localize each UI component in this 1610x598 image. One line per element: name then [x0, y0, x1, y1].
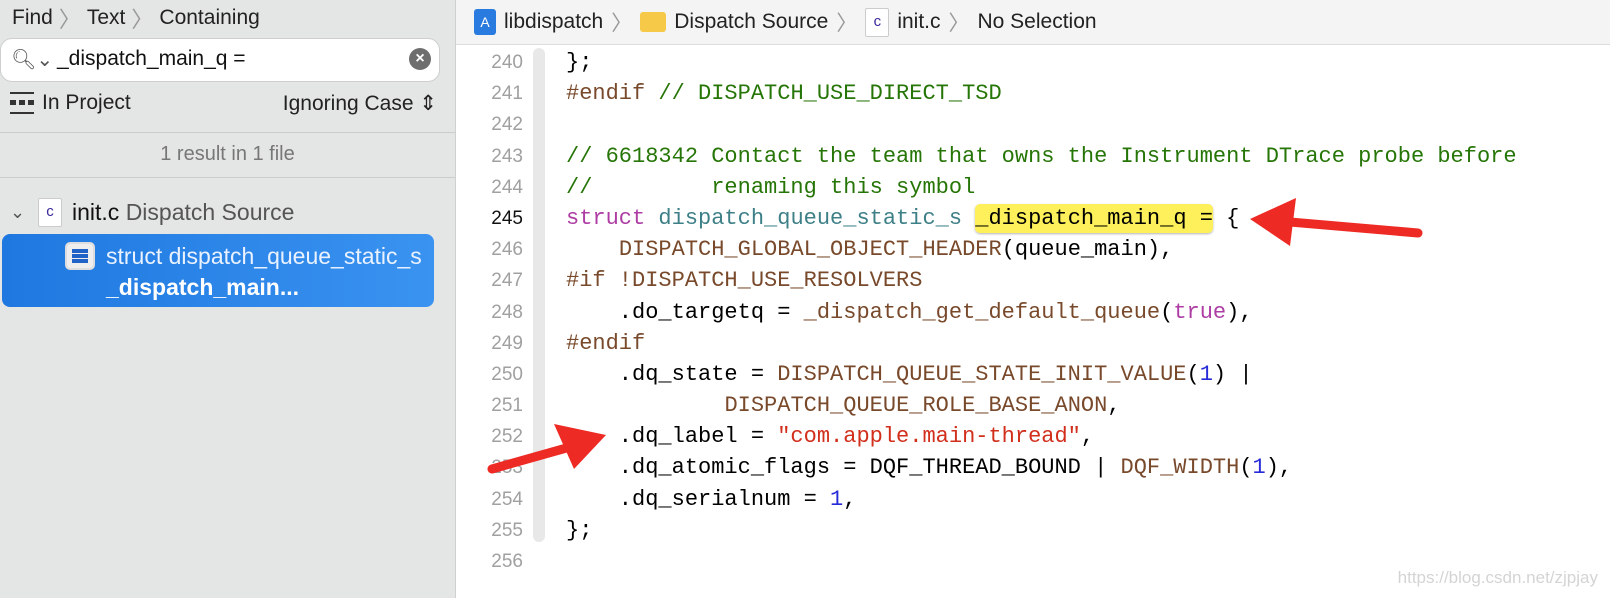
- watermark: https://blog.csdn.net/zjpjay: [1397, 568, 1598, 587]
- annotation-arrows: [487, 198, 1423, 474]
- arrow-to-dq-label: [487, 424, 606, 474]
- arrow-to-highlight: [1250, 198, 1423, 246]
